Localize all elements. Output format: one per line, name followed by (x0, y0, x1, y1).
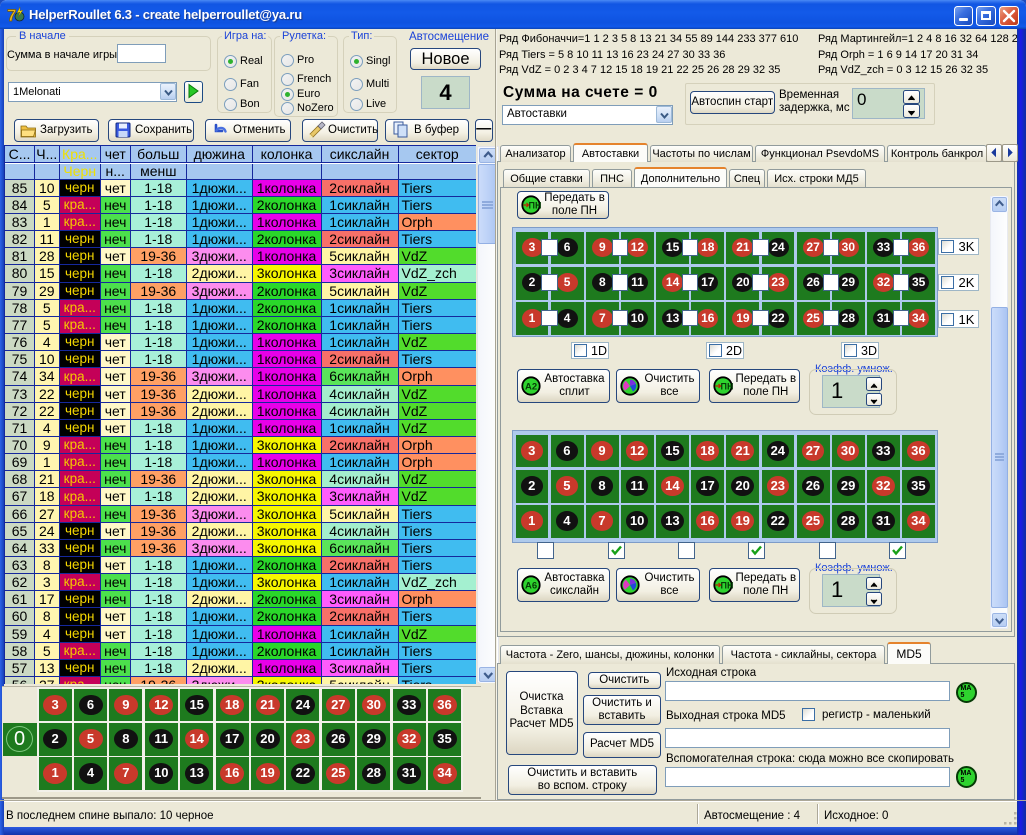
svg-text:А2: А2 (525, 381, 537, 392)
svg-text:ПН: ПН (720, 381, 733, 391)
svg-text:ПН: ПН (720, 580, 733, 590)
svg-text:ПН: ПН (529, 200, 542, 210)
svg-text:А6: А6 (525, 580, 537, 591)
